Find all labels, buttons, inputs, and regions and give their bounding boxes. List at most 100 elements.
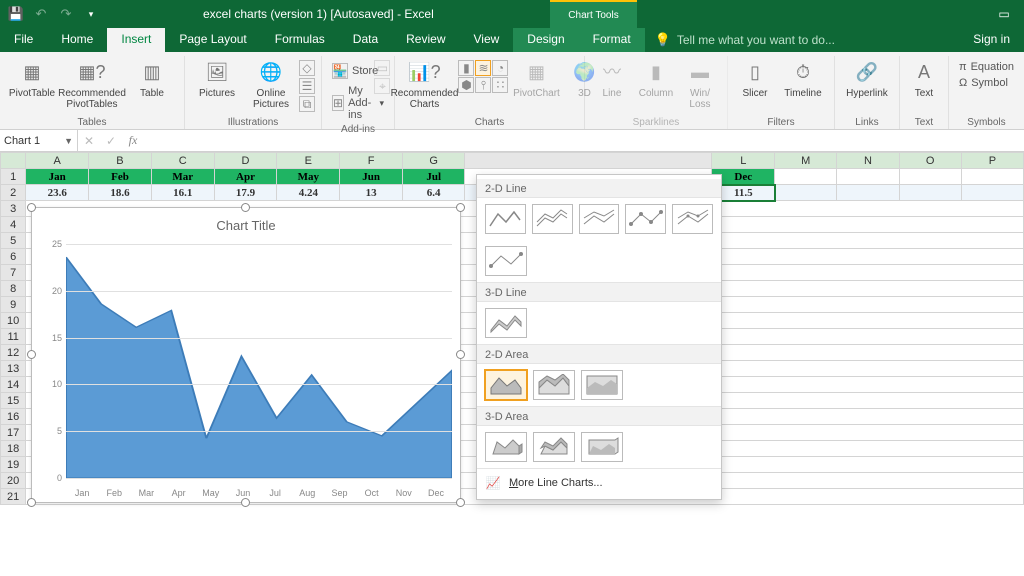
cell[interactable]: 23.6 bbox=[26, 185, 89, 201]
col-header[interactable]: A bbox=[26, 153, 89, 169]
symbol-button[interactable]: ΩSymbol bbox=[955, 76, 1012, 90]
cell[interactable]: 17.9 bbox=[214, 185, 277, 201]
recommended-pivottables-button[interactable]: ▦?Recommended PivotTables bbox=[60, 58, 124, 112]
enter-formula-icon[interactable]: ✓ bbox=[100, 134, 122, 148]
cell[interactable]: 13 bbox=[340, 185, 403, 201]
col-header[interactable]: M bbox=[775, 153, 837, 169]
sparkline-line-button[interactable]: 〰Line bbox=[591, 58, 633, 101]
cell[interactable]: Jun bbox=[340, 169, 403, 185]
timeline-button[interactable]: ⏱Timeline bbox=[778, 58, 828, 101]
resize-handle[interactable] bbox=[27, 203, 36, 212]
tab-file[interactable]: File bbox=[0, 28, 47, 52]
tab-home[interactable]: Home bbox=[47, 28, 107, 52]
insert-scatter-chart-icon[interactable]: ∷ bbox=[492, 77, 508, 93]
stacked-line-chart-option[interactable] bbox=[532, 204, 573, 234]
cell[interactable]: 18.6 bbox=[89, 185, 152, 201]
insert-hierarchy-chart-icon[interactable]: ⬢ bbox=[458, 77, 474, 93]
chart-map-icon[interactable]: ⌖ bbox=[374, 78, 390, 94]
insert-pie-chart-icon[interactable]: ◔ bbox=[492, 60, 508, 76]
resize-handle[interactable] bbox=[456, 203, 465, 212]
recommended-charts-button[interactable]: 📊?Recommended Charts bbox=[392, 58, 456, 112]
cell[interactable]: May bbox=[277, 169, 340, 185]
signin-link[interactable]: Sign in bbox=[959, 28, 1024, 52]
resize-handle[interactable] bbox=[241, 498, 250, 507]
sparkline-column-button[interactable]: ▮Column bbox=[635, 58, 677, 101]
100pct-stacked-area-option[interactable] bbox=[581, 370, 623, 400]
cell[interactable]: Apr bbox=[214, 169, 277, 185]
3d-stacked-area-option[interactable] bbox=[533, 432, 575, 462]
stacked-line-markers-option[interactable] bbox=[672, 204, 713, 234]
slicer-button[interactable]: ▯Slicer bbox=[734, 58, 776, 101]
hyperlink-button[interactable]: 🔗Hyperlink bbox=[841, 58, 893, 101]
plot-area[interactable]: 0510152025 bbox=[66, 244, 452, 478]
shapes-icon[interactable]: ◇ bbox=[299, 60, 315, 76]
3d-area-option[interactable] bbox=[485, 432, 527, 462]
100pct-stacked-line-option[interactable] bbox=[579, 204, 620, 234]
tab-page-layout[interactable]: Page Layout bbox=[165, 28, 260, 52]
chart-rec-sm-icon[interactable]: ▭ bbox=[374, 60, 390, 76]
embedded-chart[interactable]: Chart Title 0510152025 JanFebMarAprMayJu… bbox=[31, 207, 461, 503]
cell[interactable]: 4.24 bbox=[277, 185, 340, 201]
chart-title[interactable]: Chart Title bbox=[32, 208, 460, 237]
pictures-button[interactable]: 🖼Pictures bbox=[191, 58, 243, 101]
worksheet-grid[interactable]: A B C D E F G L M N O P 1 Jan Feb Mar Ap… bbox=[0, 152, 1024, 576]
col-header[interactable]: B bbox=[89, 153, 152, 169]
area-chart-option[interactable] bbox=[485, 370, 527, 400]
line-markers-option[interactable] bbox=[625, 204, 666, 234]
pivotchart-button[interactable]: ▦PivotChart bbox=[510, 58, 562, 101]
col-header[interactable]: D bbox=[214, 153, 277, 169]
row-header[interactable]: 2 bbox=[1, 185, 26, 201]
100pct-line-markers-option[interactable] bbox=[485, 246, 527, 276]
ribbon-display-options-icon[interactable]: ▭ bbox=[984, 7, 1024, 21]
insert-line-chart-icon[interactable]: ≋ bbox=[475, 60, 491, 76]
name-box[interactable]: Chart 1▼ bbox=[0, 130, 78, 151]
cell[interactable]: Feb bbox=[89, 169, 152, 185]
resize-handle[interactable] bbox=[241, 203, 250, 212]
equation-button[interactable]: πEquation bbox=[955, 60, 1018, 74]
insert-statistic-chart-icon[interactable]: ⫯ bbox=[475, 77, 491, 93]
cell[interactable]: 16.1 bbox=[151, 185, 214, 201]
qat-customize-icon[interactable]: ▾ bbox=[79, 2, 103, 26]
resize-handle[interactable] bbox=[27, 350, 36, 359]
stacked-area-option[interactable] bbox=[533, 370, 575, 400]
tab-view[interactable]: View bbox=[460, 28, 514, 52]
cancel-formula-icon[interactable]: ✕ bbox=[78, 134, 100, 148]
more-line-charts-item[interactable]: 📈 More Line Charts... bbox=[477, 468, 721, 497]
col-header[interactable]: P bbox=[961, 153, 1023, 169]
line-chart-option[interactable] bbox=[485, 204, 526, 234]
cell[interactable]: 6.4 bbox=[402, 185, 465, 201]
fx-icon[interactable]: fx bbox=[122, 133, 144, 148]
cell[interactable]: Jan bbox=[26, 169, 89, 185]
tab-insert[interactable]: Insert bbox=[107, 28, 165, 52]
col-header[interactable]: E bbox=[277, 153, 340, 169]
tab-format[interactable]: Format bbox=[579, 28, 645, 52]
name-box-dropdown-icon[interactable]: ▼ bbox=[64, 136, 73, 146]
tab-design[interactable]: Design bbox=[513, 28, 578, 52]
col-header[interactable]: F bbox=[340, 153, 403, 169]
tab-review[interactable]: Review bbox=[392, 28, 459, 52]
resize-handle[interactable] bbox=[27, 498, 36, 507]
screenshot-icon[interactable]: ⧉ bbox=[299, 96, 315, 112]
undo-icon[interactable]: ↶ bbox=[29, 2, 53, 26]
select-all-corner[interactable] bbox=[1, 153, 26, 169]
col-header[interactable]: L bbox=[712, 153, 775, 169]
col-header[interactable]: G bbox=[402, 153, 465, 169]
sparkline-winloss-button[interactable]: ▬Win/ Loss bbox=[679, 58, 721, 112]
cell[interactable]: Jul bbox=[402, 169, 465, 185]
3d-100pct-area-option[interactable] bbox=[581, 432, 623, 462]
col-header[interactable]: N bbox=[837, 153, 899, 169]
redo-icon[interactable]: ↷ bbox=[54, 2, 78, 26]
col-header[interactable]: C bbox=[151, 153, 214, 169]
save-icon[interactable]: 💾 bbox=[4, 2, 28, 26]
cell[interactable]: Mar bbox=[151, 169, 214, 185]
3d-line-option[interactable] bbox=[485, 308, 527, 338]
resize-handle[interactable] bbox=[456, 350, 465, 359]
row-header[interactable]: 1 bbox=[1, 169, 26, 185]
online-pictures-button[interactable]: 🌐Online Pictures bbox=[245, 58, 297, 112]
tab-data[interactable]: Data bbox=[339, 28, 392, 52]
insert-column-chart-icon[interactable]: ▮ bbox=[458, 60, 474, 76]
smartart-icon[interactable]: ☰ bbox=[299, 78, 315, 94]
tab-formulas[interactable]: Formulas bbox=[261, 28, 339, 52]
table-button[interactable]: ▥Table bbox=[126, 58, 178, 101]
text-button[interactable]: AText bbox=[906, 58, 942, 101]
